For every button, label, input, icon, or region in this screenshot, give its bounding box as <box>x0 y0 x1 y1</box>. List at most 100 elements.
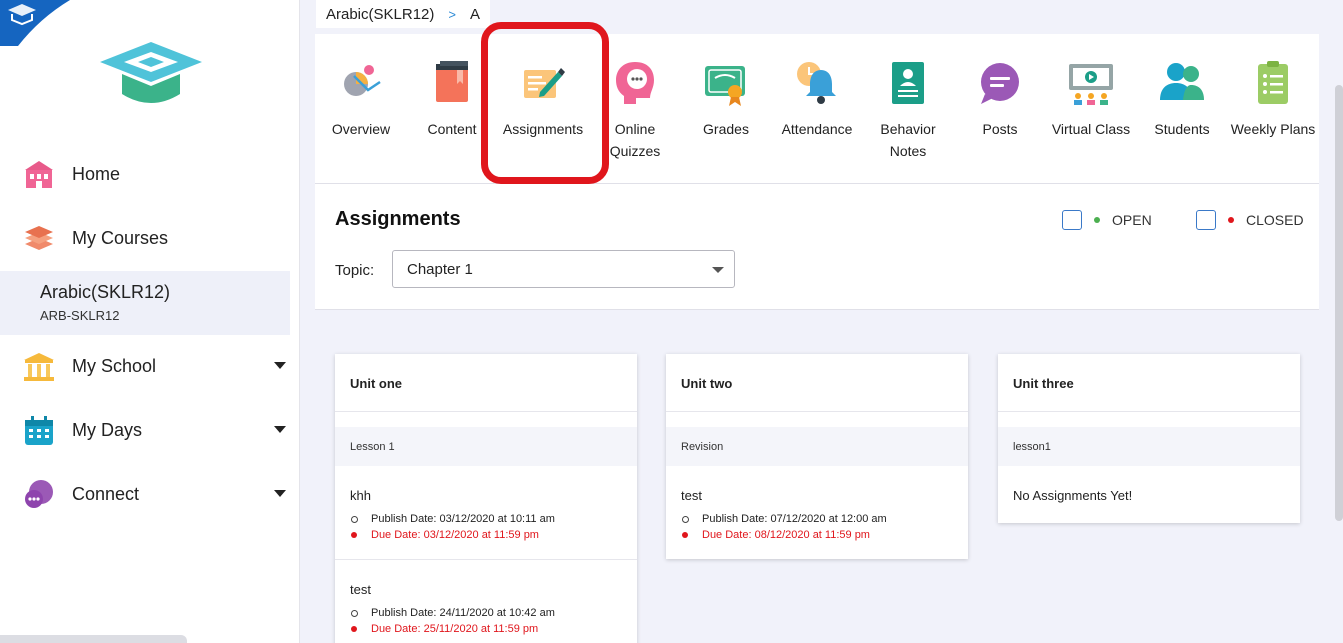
tab-label: Posts <box>982 121 1018 137</box>
sidebar-item-label: My Courses <box>72 227 169 248</box>
clock-icon <box>682 515 689 523</box>
legend-closed-filter[interactable]: CLOSED <box>1196 210 1304 230</box>
due-dot-icon <box>682 532 688 538</box>
tab-label: Behavior Notes <box>880 121 936 159</box>
tab-label: Weekly Plans <box>1230 121 1316 137</box>
sidebar-item-home[interactable]: Home <box>0 150 300 198</box>
sidebar-item-label: My School <box>72 355 157 376</box>
tab-label: Virtual Class <box>1051 121 1131 137</box>
tab-assignments[interactable]: Assignments <box>497 58 589 140</box>
chat-bubble-icon <box>981 63 1019 104</box>
chevron-down-icon[interactable] <box>274 426 286 433</box>
unit-card: Unit two Revision test Publish Date: 07/… <box>666 354 968 559</box>
tab-label: Online Quizzes <box>609 121 661 159</box>
tab-virtual-class[interactable]: Virtual Class <box>1045 58 1137 140</box>
lesson-label: Lesson 1 <box>335 427 637 466</box>
chevron-down-icon[interactable] <box>274 490 286 497</box>
tab-label: Students <box>1154 121 1210 137</box>
sidebar-item-connect[interactable]: Connect <box>0 470 300 518</box>
bell-clock-icon <box>797 62 836 104</box>
tab-label: Content <box>427 121 477 137</box>
students-icon <box>1160 63 1204 100</box>
tab-weekly-plans[interactable]: Weekly Plans <box>1227 58 1319 140</box>
lesson-label: Revision <box>666 427 968 466</box>
sidebar-item-my-days[interactable]: My Days <box>0 406 300 454</box>
legend-closed-label: CLOSED <box>1246 212 1304 228</box>
school-columns-icon <box>24 353 54 381</box>
tab-label: Grades <box>703 121 749 137</box>
unit-title: Unit three <box>998 354 1300 412</box>
legend-open-filter[interactable]: OPEN <box>1062 210 1152 230</box>
badge-icon <box>892 62 924 104</box>
unit-card: Unit three lesson1 No Assignments Yet! <box>998 354 1300 523</box>
chevron-down-icon <box>712 267 724 273</box>
publish-date: Publish Date: 24/11/2020 at 10:42 am <box>371 607 555 619</box>
tab-students[interactable]: Students <box>1136 58 1228 140</box>
breadcrumb-course-link[interactable]: Arabic(SKLR12) <box>326 6 434 23</box>
sidebar-item-label: Connect <box>72 483 140 504</box>
tab-overview[interactable]: Overview <box>315 58 407 140</box>
page-scrollbar[interactable] <box>1335 85 1343 521</box>
topic-select[interactable]: Chapter 1 <box>392 250 735 288</box>
lesson-label: lesson1 <box>998 427 1300 466</box>
due-dot-icon <box>351 626 357 632</box>
assignment-item[interactable]: test Publish Date: 07/12/2020 at 12:00 a… <box>666 466 968 559</box>
assignment-item[interactable]: khh Publish Date: 03/12/2020 at 10:11 am… <box>335 466 637 560</box>
open-checkbox[interactable] <box>1062 210 1082 230</box>
chevron-down-icon[interactable] <box>274 362 286 369</box>
tab-label: Attendance <box>781 121 853 137</box>
tab-posts[interactable]: Posts <box>954 58 1046 140</box>
due-dot-icon <box>351 532 357 538</box>
overview-icon <box>344 65 381 96</box>
tab-attendance[interactable]: Attendance <box>771 58 863 140</box>
books-stack-icon <box>25 226 53 250</box>
assignment-item[interactable]: test Publish Date: 24/11/2020 at 10:42 a… <box>335 560 637 643</box>
publish-date: Publish Date: 07/12/2020 at 12:00 am <box>702 513 887 525</box>
closed-checkbox[interactable] <box>1196 210 1216 230</box>
main-panel: Overview Content Assignments Online Quiz… <box>315 22 1319 643</box>
topic-selected-value: Chapter 1 <box>407 261 473 278</box>
due-date: Due Date: 08/12/2020 at 11:59 pm <box>702 529 870 541</box>
sidebar-item-my-courses[interactable]: My Courses <box>0 214 300 262</box>
clock-icon <box>351 609 358 617</box>
quiz-head-icon <box>616 62 654 104</box>
assignments-header: Assignments OPEN CLOSED Topic: Chapter 1 <box>315 184 1319 310</box>
assignment-name: test <box>350 582 371 597</box>
assignment-name: test <box>681 488 702 503</box>
tab-grades[interactable]: Grades <box>680 58 772 140</box>
clock-icon <box>351 515 358 523</box>
breadcrumb: Arabic(SKLR12) > A <box>316 0 490 28</box>
tab-behavior-notes[interactable]: Behavior Notes <box>862 58 954 162</box>
empty-message: No Assignments Yet! <box>1013 488 1133 503</box>
tab-label: Assignments <box>502 121 584 137</box>
clipboard-icon <box>1258 61 1288 104</box>
tab-online-quizzes[interactable]: Online Quizzes <box>589 58 681 162</box>
tab-label: Overview <box>331 121 391 137</box>
assignment-pen-icon <box>524 68 565 98</box>
sidebar-item-my-school[interactable]: My School <box>0 342 300 390</box>
course-name: Arabic(SKLR12) <box>40 282 171 302</box>
breadcrumb-current: A <box>469 5 480 23</box>
page-title: Assignments <box>335 208 461 230</box>
unit-title: Unit one <box>335 354 637 412</box>
school-logo-icon <box>100 42 202 103</box>
unit-card: Unit one Lesson 1 khh Publish Date: 03/1… <box>335 354 637 643</box>
certificate-icon <box>705 66 745 106</box>
due-date: Due Date: 03/12/2020 at 11:59 pm <box>371 529 539 541</box>
course-code: ARB-SKLR12 <box>40 308 120 323</box>
unit-title: Unit two <box>666 354 968 412</box>
corner-logo-icon[interactable] <box>0 0 70 46</box>
status-bar <box>0 635 187 643</box>
sidebar-course-arabic[interactable]: Arabic(SKLR12) ARB-SKLR12 <box>0 271 290 335</box>
school-building-icon <box>25 161 53 188</box>
assignment-name: khh <box>350 488 371 503</box>
calendar-icon <box>25 416 53 445</box>
closed-dot-icon <box>1228 217 1234 223</box>
due-date: Due Date: 25/11/2020 at 11:59 pm <box>371 623 539 635</box>
virtual-class-icon <box>1069 64 1113 105</box>
publish-date: Publish Date: 03/12/2020 at 10:11 am <box>371 513 555 525</box>
course-tabs: Overview Content Assignments Online Quiz… <box>315 22 1319 184</box>
chat-connect-icon <box>25 480 53 508</box>
tab-content[interactable]: Content <box>406 58 498 140</box>
book-icon <box>436 61 468 102</box>
